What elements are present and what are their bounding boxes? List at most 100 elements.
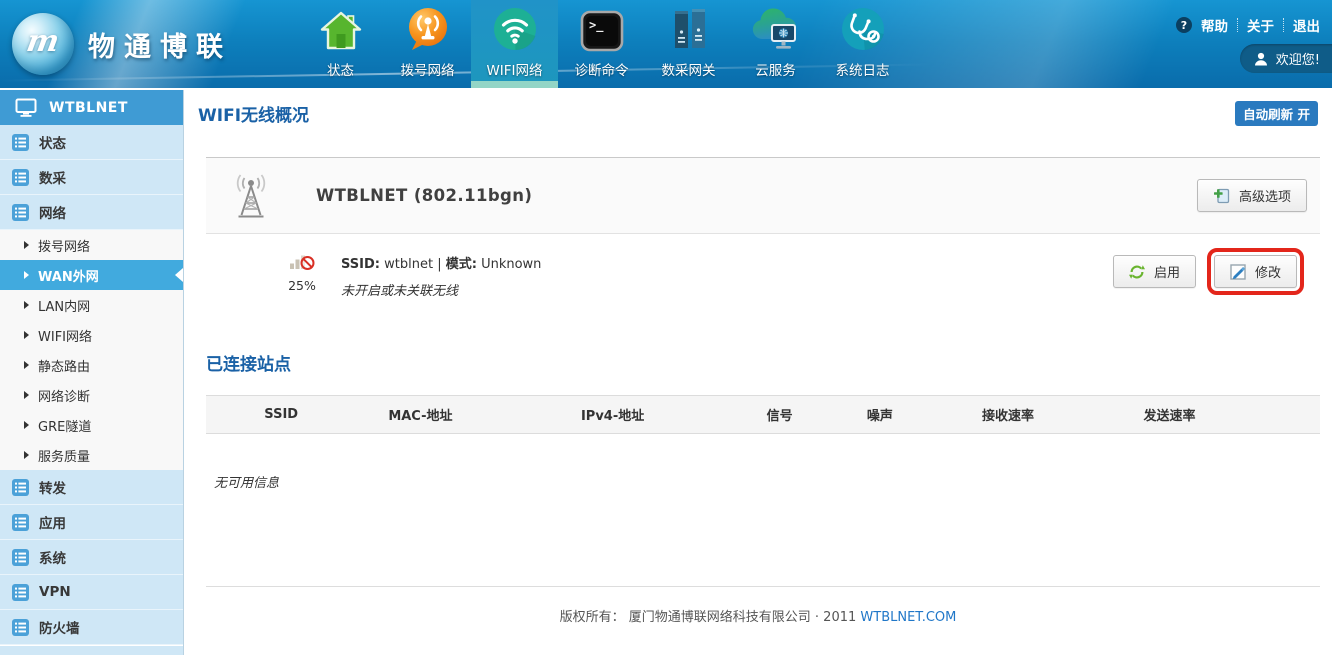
mode-value: Unknown	[481, 257, 541, 272]
about-link[interactable]: 关于	[1247, 15, 1274, 35]
welcome-text: 欢迎您!	[1276, 49, 1320, 68]
list-icon	[12, 479, 29, 496]
signal-percent: 25%	[278, 278, 326, 293]
modify-button[interactable]: 修改	[1214, 255, 1297, 288]
column-tx-rate: 发送速率	[1075, 396, 1264, 434]
nav-label: 云服务	[755, 59, 796, 79]
gateway-icon	[666, 4, 712, 52]
sidebar-subitem-wifi[interactable]: WIFI网络	[0, 320, 183, 350]
nav-label: WIFI网络	[486, 59, 542, 79]
enable-label: 启用	[1154, 262, 1180, 281]
sidebar-device-header: WTBLNET	[0, 90, 183, 125]
nav-item-status[interactable]: 状态	[297, 0, 384, 88]
divider	[1237, 18, 1238, 32]
advanced-options-button[interactable]: 高级选项	[1197, 179, 1307, 212]
sidebar-subitem-net-diagnostics[interactable]: 网络诊断	[0, 380, 183, 410]
nav-item-diagnostics[interactable]: >_ 诊断命令	[558, 0, 645, 88]
caret-right-icon	[24, 331, 29, 339]
caret-right-icon	[24, 241, 29, 249]
caret-right-icon	[24, 391, 29, 399]
svg-text:>_: >_	[589, 18, 604, 33]
column-spacer	[1264, 396, 1320, 434]
column-mac: MAC-地址	[356, 396, 484, 434]
divider	[1283, 18, 1284, 32]
mode-label: 模式:	[446, 257, 477, 272]
sidebar-item-label: 静态路由	[38, 356, 90, 375]
column-ipv4: IPv4-地址	[484, 396, 740, 434]
modify-label: 修改	[1255, 262, 1281, 281]
wifi-panel-title: WTBLNET (802.11bgn)	[316, 186, 532, 205]
radio-tower-icon	[232, 173, 270, 219]
sidebar-item-vpn[interactable]: VPN	[0, 575, 183, 610]
nav-label: 系统日志	[836, 59, 890, 79]
caret-right-icon	[24, 361, 29, 369]
sidebar-item-forwarding[interactable]: 转发	[0, 470, 183, 505]
sidebar-item-label: 状态	[39, 132, 66, 152]
sidebar-item-label: 服务质量	[38, 446, 90, 465]
sidebar-item-label: 防火墙	[39, 617, 80, 637]
list-icon	[12, 619, 29, 636]
sidebar-item-data-collect[interactable]: 数采	[0, 160, 183, 195]
logout-link[interactable]: 退出	[1293, 15, 1320, 35]
sidebar-subitem-static-route[interactable]: 静态路由	[0, 350, 183, 380]
column-noise: 噪声	[819, 396, 942, 434]
sidebar-item-label: 数采	[39, 167, 66, 187]
caret-right-icon	[24, 451, 29, 459]
list-icon	[12, 549, 29, 566]
caret-right-icon	[24, 421, 29, 429]
footer-site-link[interactable]: WTBLNET.COM	[860, 610, 956, 625]
list-icon	[12, 169, 29, 186]
nav-item-data-gateway[interactable]: 数采网关	[645, 0, 732, 88]
sidebar-item-applications[interactable]: 应用	[0, 505, 183, 540]
caret-right-icon	[24, 271, 29, 279]
brand-name: 物通博联	[88, 25, 232, 64]
nav-label: 诊断命令	[575, 59, 629, 79]
edit-icon	[1230, 264, 1246, 280]
help-link[interactable]: 帮助	[1201, 15, 1228, 35]
connected-stations-table: SSID MAC-地址 IPv4-地址 信号 噪声 接收速率 发送速率	[206, 395, 1320, 434]
refresh-icon	[1129, 264, 1145, 280]
wifi-icon	[492, 4, 538, 52]
sidebar-item-label: 拨号网络	[38, 236, 90, 255]
sidebar-subitem-qos[interactable]: 服务质量	[0, 440, 183, 470]
welcome-user-pill[interactable]: 欢迎您!	[1240, 44, 1332, 73]
nav-item-dial-network[interactable]: 拨号网络	[384, 0, 471, 88]
stethoscope-icon	[840, 4, 886, 52]
nav-item-system-log[interactable]: 系统日志	[819, 0, 906, 88]
brand-sphere-icon: m	[12, 13, 74, 75]
sidebar-item-label: 网络	[39, 202, 66, 222]
sidebar-item-firewall[interactable]: 防火墙	[0, 610, 183, 645]
sidebar-subitem-gre-tunnel[interactable]: GRE隧道	[0, 410, 183, 440]
connected-stations-title: 已连接站点	[206, 350, 1332, 375]
sidebar-item-label: 应用	[39, 512, 66, 532]
brand-logo: m 物通博联	[0, 0, 297, 88]
help-icon: ?	[1176, 17, 1192, 33]
sidebar-item-system[interactable]: 系统	[0, 540, 183, 575]
sidebar-item-label: 网络诊断	[38, 386, 90, 405]
enable-button[interactable]: 启用	[1113, 255, 1196, 288]
nav-label: 拨号网络	[401, 59, 455, 79]
sidebar-subitem-dial-network[interactable]: 拨号网络	[0, 230, 183, 260]
main-content: WIFI无线概况 自动刷新 开 WTBLNET (802.11bgn)	[184, 88, 1332, 655]
page-title: WIFI无线概况	[198, 101, 309, 126]
separator: |	[437, 257, 441, 272]
auto-refresh-toggle[interactable]: 自动刷新 开	[1235, 101, 1318, 126]
sidebar: WTBLNET 状态 数采 网络 拨号网络 WAN外网 LAN内网 WIF	[0, 90, 184, 655]
ssid-value: wtblnet	[384, 257, 433, 272]
list-icon	[12, 204, 29, 221]
nav-item-cloud-service[interactable]: 云服务	[732, 0, 819, 88]
empty-table-message: 无可用信息	[214, 472, 1332, 491]
nav-item-wifi-network[interactable]: WIFI网络	[471, 0, 558, 88]
auto-refresh-label: 自动刷新	[1243, 107, 1293, 122]
monitor-icon	[15, 98, 37, 117]
terminal-icon: >_	[580, 4, 624, 52]
sidebar-item-network[interactable]: 网络	[0, 195, 183, 230]
sidebar-item-status[interactable]: 状态	[0, 125, 183, 160]
sidebar-subitem-wan[interactable]: WAN外网	[0, 260, 183, 290]
device-name: WTBLNET	[49, 100, 128, 116]
sidebar-subitem-lan[interactable]: LAN内网	[0, 290, 183, 320]
sidebar-item-label: VPN	[39, 584, 71, 600]
top-header: m 物通博联 状态	[0, 0, 1332, 88]
ssid-label: SSID:	[341, 257, 380, 272]
sidebar-item-label: LAN内网	[38, 296, 90, 315]
